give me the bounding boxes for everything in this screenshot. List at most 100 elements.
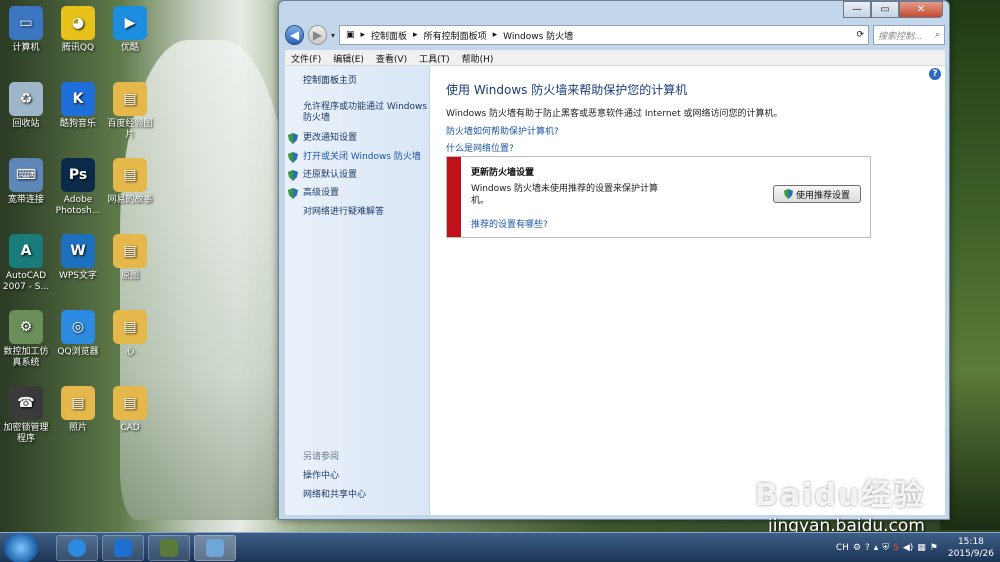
network-location-link[interactable]: 什么是网络位置? xyxy=(446,141,514,154)
kugou-icon: K xyxy=(61,82,95,116)
shield-icon xyxy=(288,152,298,163)
desktop-icon[interactable]: ▶ 优酷 xyxy=(104,6,156,54)
input-method-icon[interactable]: ⚙ xyxy=(853,543,861,553)
control-panel-home-link[interactable]: 控制面板主页 xyxy=(303,76,357,87)
close-button[interactable]: ✕ xyxy=(899,1,943,18)
desktop-icon-label: 网易的故事 xyxy=(107,195,153,205)
shield-icon xyxy=(114,539,132,557)
desktop-icon-label: 数控加工仿真系统 xyxy=(3,347,49,368)
help-icon[interactable]: ? xyxy=(865,543,870,553)
qq-browser-icon: ◎ xyxy=(61,310,95,344)
action-center-link[interactable]: 操作中心 xyxy=(303,471,339,482)
menu-view[interactable]: 查看(V) xyxy=(370,50,413,65)
back-button[interactable]: ◀ xyxy=(285,25,304,45)
search-input[interactable]: 搜索控制... ⌕ xyxy=(872,25,945,45)
minimize-button[interactable]: — xyxy=(843,1,871,18)
use-recommended-button[interactable]: 使用推荐设置 xyxy=(773,185,861,203)
desktop-icon[interactable]: ▤ 心 xyxy=(104,310,156,358)
menu-help[interactable]: 帮助(H) xyxy=(456,50,500,65)
desktop-icon[interactable]: ▤ CAD xyxy=(104,386,156,434)
photo-icon xyxy=(160,539,178,557)
desktop-icon[interactable]: ⌨ 宽带连接 xyxy=(0,158,52,206)
main-content: ? 使用 Windows 防火墙来帮助保护您的计算机 Windows 防火墙有助… xyxy=(430,66,945,515)
see-also-heading: 另请参阅 xyxy=(303,452,340,462)
change-notification-link[interactable]: 更改通知设置 xyxy=(303,133,357,144)
desktop-icon-label: 腾讯QQ xyxy=(61,43,95,53)
forward-button[interactable]: ▶ xyxy=(307,25,327,45)
desktop-icon[interactable]: ▤ 网易的故事 xyxy=(104,158,156,206)
recycle-bin-icon: ♻ xyxy=(9,82,43,116)
address-box[interactable]: ▣ ▸ 控制面板 ▸ 所有控制面板项 ▸ Windows 防火墙 ⟳ xyxy=(338,25,869,45)
search-icon: ⌕ xyxy=(934,30,940,40)
desktop-icon[interactable]: ◎ QQ浏览器 xyxy=(52,310,104,358)
taskbar-security[interactable] xyxy=(102,535,144,561)
desktop-icon-label: Adobe Photosh... xyxy=(55,195,101,216)
allow-program-link[interactable]: 允许程序或功能通过 Windows 防火墙 xyxy=(303,102,427,124)
desktop-icon-label: 加密锁管理程序 xyxy=(3,423,49,444)
sogou-icon[interactable]: S xyxy=(893,543,899,553)
flag-icon[interactable]: ⚑ xyxy=(930,543,938,553)
desktop-icon-label: QQ浏览器 xyxy=(57,347,99,357)
start-button[interactable] xyxy=(4,533,38,562)
taskbar-control-panel[interactable] xyxy=(194,535,236,561)
advanced-settings-link[interactable]: 高级设置 xyxy=(303,188,339,199)
network-center-link[interactable]: 网络和共享中心 xyxy=(303,490,366,501)
how-firewall-helps-link[interactable]: 防火墙如何帮助保护计算机? xyxy=(446,124,559,137)
menu-file[interactable]: 文件(F) xyxy=(285,50,327,65)
left-nav-pane: 控制面板主页 允许程序或功能通过 Windows 防火墙 更改通知设置 打开或关… xyxy=(285,66,430,515)
wps-icon: W xyxy=(61,234,95,268)
desktop-icon-label: 心 xyxy=(125,347,135,357)
recommended-settings-link[interactable]: 推荐的设置有哪些? xyxy=(471,217,548,230)
desktop-icon[interactable]: A AutoCAD 2007 - S... xyxy=(0,234,52,293)
folder-icon: ▤ xyxy=(113,234,147,268)
computer-icon: ▭ xyxy=(9,6,43,40)
folder-icon: ▤ xyxy=(61,386,95,420)
language-indicator[interactable]: CH xyxy=(836,543,849,553)
menu-edit[interactable]: 编辑(E) xyxy=(327,50,370,65)
shield-icon xyxy=(288,170,298,181)
control-panel-icon: ▣ xyxy=(345,30,355,40)
youku-icon: ▶ xyxy=(113,6,147,40)
desktop-icon[interactable]: ⚙ 数控加工仿真系统 xyxy=(0,310,52,369)
recent-pages-chevron-icon[interactable]: ▾ xyxy=(331,31,335,40)
breadcrumb-1[interactable]: 所有控制面板项 xyxy=(424,29,487,42)
troubleshoot-link[interactable]: 对网络进行疑难解答 xyxy=(303,207,384,218)
antivirus-icon[interactable]: ⛨ xyxy=(882,543,889,553)
desktop-icon[interactable]: ☎ 加密锁管理程序 xyxy=(0,386,52,445)
shield-icon xyxy=(288,188,298,199)
qq-browser-icon xyxy=(68,539,86,557)
desktop-icon-label: 酷狗音乐 xyxy=(59,119,96,129)
menu-tools[interactable]: 工具(T) xyxy=(413,50,456,65)
desktop-icon-label: 优酷 xyxy=(120,43,139,53)
desktop-icon[interactable]: ▤ 百度经验图片 xyxy=(104,82,156,141)
desktop-icon[interactable]: ▭ 计算机 xyxy=(0,6,52,54)
toggle-firewall-link[interactable]: 打开或关闭 Windows 防火墙 xyxy=(303,152,421,163)
desktop-icon-label: AutoCAD 2007 - S... xyxy=(2,271,50,292)
desktop-icon[interactable]: W WPS文字 xyxy=(52,234,104,282)
autocad-icon: A xyxy=(9,234,43,268)
refresh-icon[interactable]: ⟳ xyxy=(856,30,868,40)
breadcrumb-2[interactable]: Windows 防火墙 xyxy=(503,29,573,42)
desktop-icon[interactable]: ▤ 照片 xyxy=(52,386,104,434)
help-icon[interactable]: ? xyxy=(929,68,941,80)
network-icon[interactable]: ▦ xyxy=(917,543,926,553)
desktop-icon[interactable]: Ps Adobe Photosh... xyxy=(52,158,104,217)
taskbar-photo[interactable] xyxy=(148,535,190,561)
desktop-icon[interactable]: K 酷狗音乐 xyxy=(52,82,104,130)
address-bar-row: ◀ ▶ ▾ ▣ ▸ 控制面板 ▸ 所有控制面板项 ▸ Windows 防火墙 ⟳… xyxy=(285,24,945,46)
desktop-icon-label: 计算机 xyxy=(12,43,40,53)
taskbar-qq-browser[interactable] xyxy=(56,535,98,561)
shield-icon xyxy=(783,189,793,199)
volume-icon[interactable]: ◀) xyxy=(903,543,913,553)
restore-defaults-link[interactable]: 还原默认设置 xyxy=(303,170,357,181)
photoshop-icon: Ps xyxy=(61,158,95,192)
tray-expand-icon[interactable]: ▴ xyxy=(874,543,879,553)
taskbar: CH ⚙ ? ▴ ⛨ S ◀) ▦ ⚑ 15:18 2015/9/26 xyxy=(0,532,1000,562)
clock[interactable]: 15:18 2015/9/26 xyxy=(948,536,994,560)
desktop-icon[interactable]: ♻ 回收站 xyxy=(0,82,52,130)
breadcrumb-0[interactable]: 控制面板 xyxy=(371,29,407,42)
desktop-icon-label: 原图 xyxy=(120,271,139,281)
maximize-button[interactable]: ▭ xyxy=(871,1,899,18)
desktop-icon[interactable]: ▤ 原图 xyxy=(104,234,156,282)
desktop-icon[interactable]: ◕ 腾讯QQ xyxy=(52,6,104,54)
